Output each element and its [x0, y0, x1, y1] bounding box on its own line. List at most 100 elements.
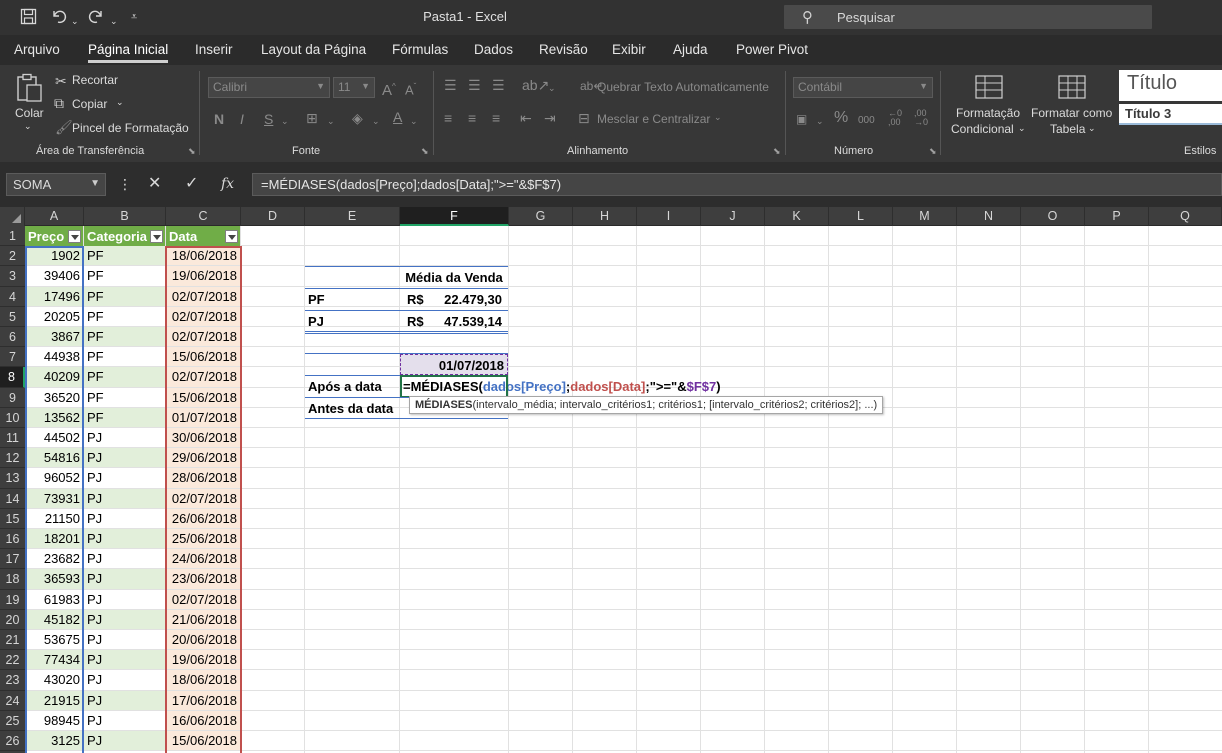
- decrease-indent-icon[interactable]: ⇤: [520, 110, 532, 126]
- row-header[interactable]: 10: [0, 408, 25, 428]
- row-header[interactable]: 26: [0, 731, 25, 751]
- row-header[interactable]: 2: [0, 246, 25, 266]
- currency-dropdown-icon[interactable]: ⌄: [816, 113, 824, 129]
- tab-ajuda[interactable]: Ajuda: [673, 42, 708, 57]
- summary-pj-value[interactable]: 47.539,14: [430, 311, 505, 332]
- column-header[interactable]: Q: [1149, 207, 1222, 226]
- font-size-combo[interactable]: 11 ▼: [333, 77, 375, 98]
- category-cell[interactable]: PJ: [84, 529, 165, 548]
- font-color-icon[interactable]: A: [393, 109, 402, 125]
- tab-formulas[interactable]: Fórmulas: [392, 42, 448, 57]
- tab-power-pivot[interactable]: Power Pivot: [736, 42, 808, 57]
- align-left-icon[interactable]: ≡: [444, 110, 452, 126]
- underline-icon[interactable]: S: [264, 111, 273, 127]
- merge-center-button[interactable]: Mesclar e Centralizar: [597, 112, 710, 126]
- column-header[interactable]: D: [241, 207, 305, 226]
- row-header[interactable]: 5: [0, 307, 25, 327]
- column-header[interactable]: E: [305, 207, 400, 226]
- increase-indent-icon[interactable]: ⇥: [544, 110, 556, 126]
- align-bottom-icon[interactable]: ☰: [492, 77, 505, 93]
- row-header[interactable]: 22: [0, 650, 25, 670]
- after-date-label[interactable]: Após a data: [305, 376, 400, 397]
- column-header-selected[interactable]: F: [400, 207, 509, 226]
- filter-dropdown-icon[interactable]: [150, 230, 163, 243]
- format-painter-button[interactable]: Pincel de Formatação: [72, 121, 189, 135]
- summary-pf-value[interactable]: 22.479,30: [430, 289, 505, 310]
- tab-dados[interactable]: Dados: [474, 42, 513, 57]
- date-criterion-cell[interactable]: 01/07/2018: [400, 354, 508, 375]
- row-header[interactable]: 16: [0, 529, 25, 549]
- increase-decimal-icon[interactable]: ←0,00: [888, 109, 902, 127]
- font-color-dropdown-icon[interactable]: ⌄: [410, 113, 418, 129]
- grow-font-icon[interactable]: A^: [382, 79, 396, 99]
- tab-arquivo[interactable]: Arquivo: [14, 42, 60, 57]
- align-middle-icon[interactable]: ☰: [468, 77, 481, 93]
- align-top-icon[interactable]: ☰: [444, 77, 457, 93]
- row-header[interactable]: 9: [0, 388, 25, 408]
- insert-function-icon[interactable]: fx: [221, 175, 234, 193]
- category-cell[interactable]: PJ: [84, 650, 165, 669]
- row-header[interactable]: 20: [0, 610, 25, 630]
- alignment-launcher-icon[interactable]: ⬊: [773, 146, 781, 157]
- row-header[interactable]: 19: [0, 590, 25, 610]
- category-cell[interactable]: PF: [84, 246, 165, 265]
- before-date-label[interactable]: Antes da data: [305, 398, 400, 419]
- underline-dropdown-icon[interactable]: ⌄: [281, 113, 289, 129]
- name-box[interactable]: SOMA ▼: [6, 173, 106, 196]
- column-header[interactable]: L: [829, 207, 893, 226]
- tab-layout[interactable]: Layout da Página: [261, 42, 366, 57]
- row-header[interactable]: 7: [0, 347, 25, 367]
- category-cell[interactable]: PJ: [84, 489, 165, 508]
- cell-area[interactable]: Média da Venda PF R$ 22.479,30 PJ R$ 47.…: [25, 226, 1222, 753]
- category-cell[interactable]: PF: [84, 266, 165, 286]
- header-data[interactable]: Data: [166, 226, 240, 246]
- row-header[interactable]: 25: [0, 711, 25, 731]
- font-launcher-icon[interactable]: ⬊: [421, 146, 429, 157]
- font-name-combo[interactable]: Calibri ▼: [208, 77, 330, 98]
- column-header[interactable]: O: [1021, 207, 1085, 226]
- category-cell[interactable]: PJ: [84, 590, 165, 609]
- column-header[interactable]: H: [573, 207, 637, 226]
- wrap-text-button[interactable]: Quebrar Texto Automaticamente: [597, 80, 769, 94]
- orientation-dropdown-icon[interactable]: ⌄: [548, 80, 556, 96]
- decrease-decimal-icon[interactable]: ,00 →0: [914, 109, 928, 127]
- column-header[interactable]: J: [701, 207, 765, 226]
- summary-pf-label[interactable]: PF: [305, 289, 400, 310]
- thousands-separator-icon[interactable]: 000: [858, 113, 875, 129]
- category-cell[interactable]: PJ: [84, 630, 165, 649]
- copy-dropdown-icon[interactable]: ⌄: [116, 97, 124, 108]
- row-header[interactable]: 8: [0, 367, 25, 388]
- column-header[interactable]: A: [25, 207, 84, 226]
- select-all-button[interactable]: [0, 207, 25, 226]
- summary-pj-label[interactable]: PJ: [305, 311, 400, 332]
- row-header[interactable]: 13: [0, 468, 25, 489]
- conditional-formatting-button[interactable]: Formatação Condicional ⌄: [948, 73, 1030, 143]
- bold-icon[interactable]: N: [214, 111, 224, 127]
- column-header[interactable]: I: [637, 207, 701, 226]
- row-header[interactable]: 11: [0, 428, 25, 448]
- tab-pagina-inicial[interactable]: Página Inicial: [88, 42, 168, 57]
- row-header[interactable]: 17: [0, 549, 25, 569]
- category-cell[interactable]: PF: [84, 347, 165, 366]
- cut-button[interactable]: Recortar: [72, 73, 118, 87]
- header-preco[interactable]: Preço: [25, 226, 83, 246]
- borders-dropdown-icon[interactable]: ⌄: [327, 113, 335, 129]
- summary-header[interactable]: Média da Venda: [400, 267, 508, 288]
- column-header[interactable]: M: [893, 207, 957, 226]
- more-options-icon[interactable]: ⋮: [118, 175, 132, 193]
- shrink-font-icon[interactable]: Aˇ: [405, 79, 416, 98]
- formula-input[interactable]: =MÉDIASES(dados[Preço];dados[Data];">="&…: [252, 173, 1222, 196]
- row-header[interactable]: 15: [0, 509, 25, 529]
- fill-dropdown-icon[interactable]: ⌄: [372, 113, 380, 129]
- borders-icon[interactable]: ⊞: [306, 110, 318, 126]
- row-header[interactable]: 21: [0, 630, 25, 650]
- category-cell[interactable]: PJ: [84, 670, 165, 690]
- row-header[interactable]: 4: [0, 287, 25, 307]
- clipboard-launcher-icon[interactable]: ⬊: [188, 146, 196, 157]
- category-cell[interactable]: PJ: [84, 731, 165, 750]
- column-header[interactable]: G: [509, 207, 573, 226]
- orientation-icon[interactable]: ab↗: [522, 77, 549, 93]
- category-cell[interactable]: PF: [84, 408, 165, 427]
- merge-dropdown-icon[interactable]: ⌄: [714, 112, 722, 123]
- align-center-icon[interactable]: ≡: [468, 110, 476, 126]
